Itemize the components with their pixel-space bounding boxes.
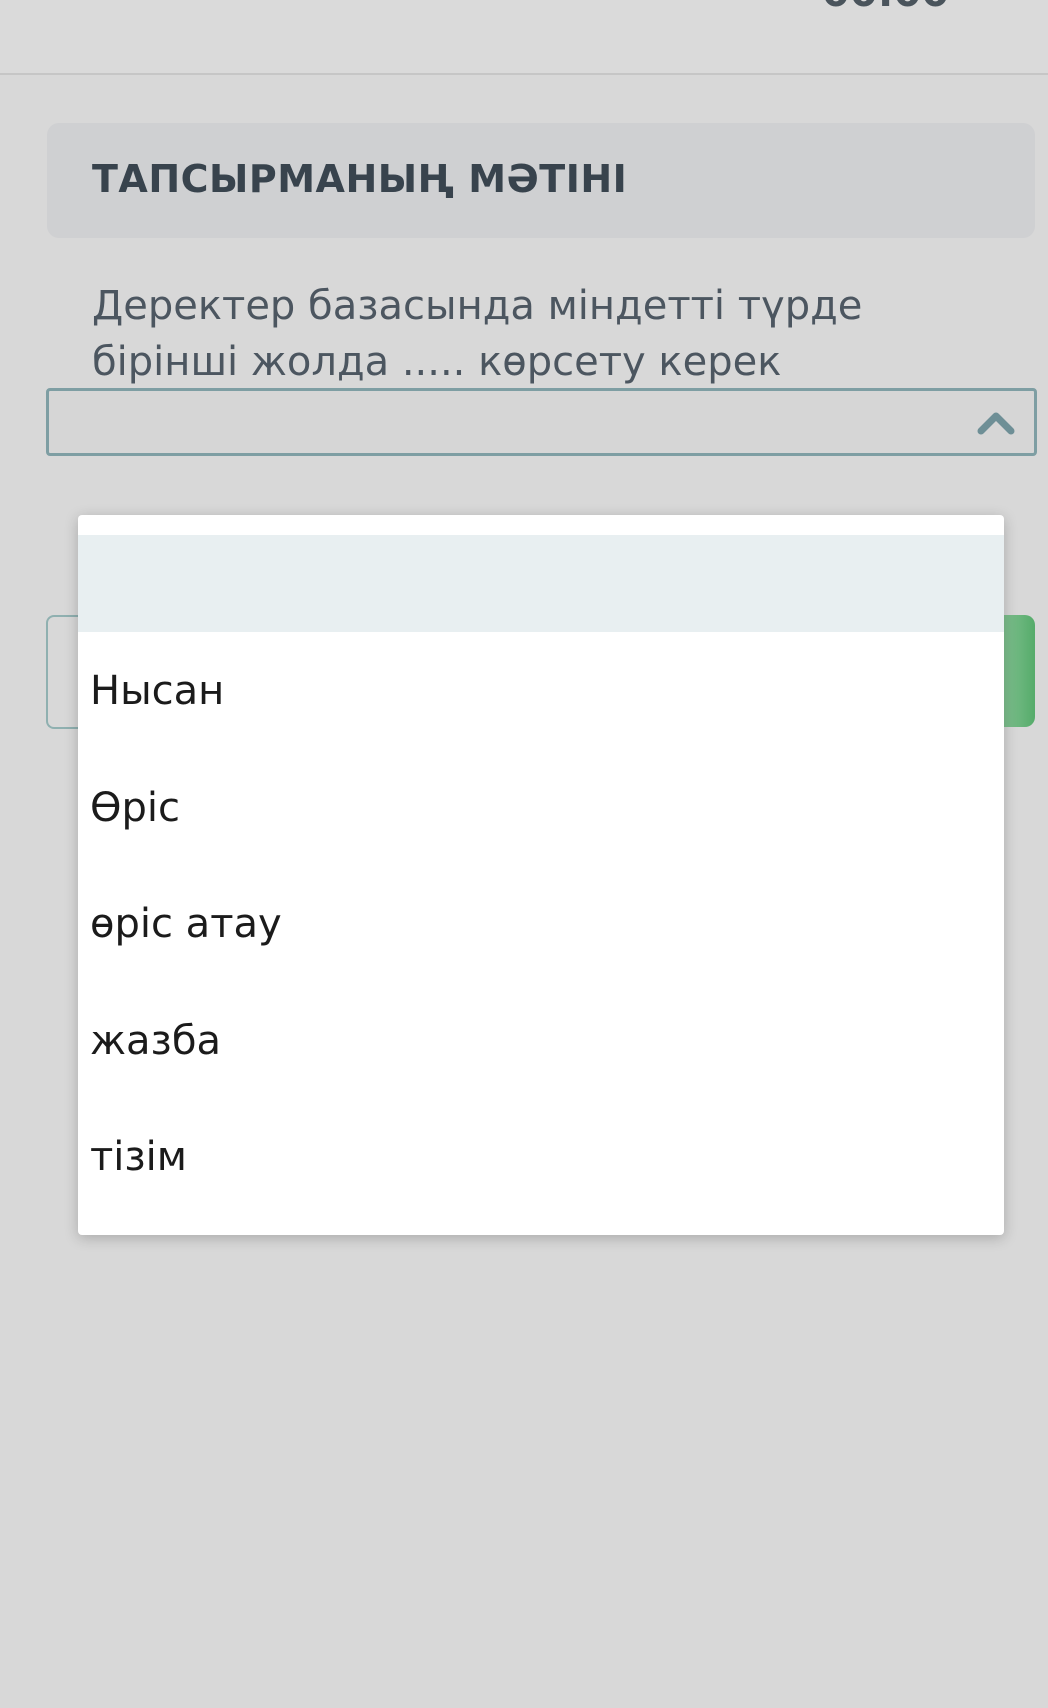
options-dropdown: Нысан Өріс өріс атау жазба тізім <box>78 515 1004 1235</box>
option-zhazba[interactable]: жазба <box>90 1011 221 1071</box>
top-bar: 00:00 <box>0 0 1048 75</box>
option-empty[interactable] <box>78 535 1004 632</box>
section-header: ТАПСЫРМАНЫҢ МӘТІНІ <box>47 123 1035 238</box>
option-oris[interactable]: Өріс <box>90 778 180 838</box>
timer: 00:00 <box>822 0 949 16</box>
answer-select[interactable] <box>46 388 1037 456</box>
chevron-up-icon[interactable] <box>976 405 1016 437</box>
question-text: Деректер базасында міндетті түрде бірінш… <box>92 283 863 385</box>
section-title: ТАПСЫРМАНЫҢ МӘТІНІ <box>92 157 628 201</box>
option-oris-atau[interactable]: өріс атау <box>90 894 282 954</box>
option-tizim[interactable]: тізім <box>90 1127 187 1187</box>
option-nysan[interactable]: Нысан <box>90 661 224 721</box>
